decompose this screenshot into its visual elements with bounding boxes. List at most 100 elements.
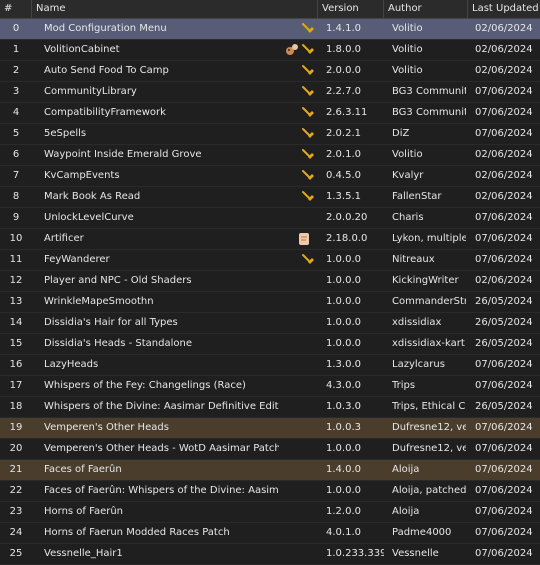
table-row[interactable]: 14 Dissidia's Hair for all Types 1.0.0.0 xd… [0,313,540,334]
mod-version: 1.0.0.0 [326,443,361,454]
mod-flags [276,187,316,207]
row-index: 15 [9,338,23,349]
mod-last-updated: 26/05/2024 [475,317,533,328]
mod-flags [276,40,316,60]
table-row[interactable]: 8 Mark Book As Read 1.3.5.1 FallenStar 02/06… [0,187,540,208]
mod-name: VolitionCabinet [44,44,120,55]
table-row[interactable]: 20 Vemperen's Other Heads - WotD Aasimar … [0,439,540,460]
row-index: 24 [9,527,23,538]
row-index: 12 [9,275,23,286]
table-row[interactable]: 9 UnlockLevelCurve 2.0.0.20 Charis 07/06/202… [0,208,540,229]
mod-name: Vessnelle_Hair1 [44,548,123,559]
mod-version: 2.0.1.0 [326,149,361,160]
table-row[interactable]: 16 LazyHeads 1.3.0.0 Lazylcarus 07/06/2024 [0,355,540,376]
mod-author: Kvalyr [392,170,424,181]
table-header: # Name Version Author Last Updated [0,0,540,19]
mod-author: xdissidiax-kart [392,338,465,349]
mod-version: 2.18.0.0 [326,233,368,244]
mod-name: Horns of Faerûn [44,506,124,517]
table-row[interactable]: 1 VolitionCabinet 1.8.0.0 Volitio 02/06/2024 [0,40,540,61]
mod-author: Volitio [392,149,423,160]
mod-last-updated: 26/05/2024 [475,338,533,349]
column-header-author[interactable]: Author [384,0,468,18]
table-row[interactable]: 21 Faces of Faerûn 1.4.0.0 Aloija 07/06/2024 [0,460,540,481]
table-row[interactable]: 25 Vessnelle_Hair1 1.0.233.3395 Vessnelle 07… [0,544,540,565]
mod-flags [276,418,316,438]
mod-name: Vemperen's Other Heads - WotD Aasimar Pa… [44,443,279,454]
mod-author: xdissidiax [392,317,442,328]
mod-version: 1.0.0.0 [326,275,361,286]
row-index: 7 [12,170,20,181]
table-row[interactable]: 4 CompatibilityFramework 2.6.3.11 BG3 Commu… [0,103,540,124]
mod-version: 1.3.0.0 [326,359,361,370]
mod-flags [276,523,316,543]
mod-name: Dissidia's Heads - Standalone [44,338,192,349]
mod-author: Aloija, patched b [392,485,466,496]
mod-last-updated: 07/06/2024 [475,128,533,139]
mod-name: Auto Send Food To Camp [44,65,169,76]
mod-version: 1.2.0.0 [326,506,361,517]
row-index: 14 [9,317,23,328]
table-row[interactable]: 11 FeyWanderer 1.0.0.0 Nitreaux 07/06/2024 [0,250,540,271]
table-row[interactable]: 3 CommunityLibrary 2.2.7.0 BG3 Community 07/… [0,82,540,103]
row-index: 8 [12,191,20,202]
mod-last-updated: 26/05/2024 [475,296,533,307]
mod-version: 2.2.7.0 [326,86,361,97]
mod-last-updated: 02/06/2024 [475,44,533,55]
mod-author: Trips [392,380,416,391]
mod-version: 1.3.5.1 [326,191,361,202]
table-row[interactable]: 23 Horns of Faerûn 1.2.0.0 Aloija 07/06/2024 [0,502,540,523]
table-row[interactable]: 22 Faces of Faerûn: Whispers of the Divin… [0,481,540,502]
mod-author: Lazylcarus [392,359,445,370]
mod-version: 2.0.0.20 [326,212,368,223]
row-index: 4 [12,107,20,118]
mod-flags [276,439,316,459]
mod-last-updated: 07/06/2024 [475,254,533,265]
table-row[interactable]: 13 WrinkleMapeSmoothn 1.0.0.0 CommanderStra… [0,292,540,313]
column-header-version[interactable]: Version [318,0,384,18]
mod-name: Faces of Faerûn: Whispers of the Divine:… [44,485,279,496]
row-index: 13 [9,296,23,307]
column-header-index[interactable]: # [0,0,32,18]
mod-author: Trips, Ethical Cru: [392,401,466,412]
mod-last-updated: 07/06/2024 [475,86,533,97]
scroll-icon [296,231,312,247]
table-row[interactable]: 15 Dissidia's Heads - Standalone 1.0.0.0 xd… [0,334,540,355]
mod-flags [276,103,316,123]
table-row[interactable]: 7 KvCampEvents 0.4.5.0 Kvalyr 02/06/2024 [0,166,540,187]
mod-author: Dufresne12, vem [392,443,466,454]
table-row[interactable]: 12 Player and NPC - Old Shaders 1.0.0.0 Kic… [0,271,540,292]
column-header-name[interactable]: Name [32,0,318,18]
mod-name: Faces of Faerûn [44,464,122,475]
row-index: 17 [9,380,23,391]
mod-author: Dufresne12, vem [392,422,466,433]
table-row[interactable]: 19 Vemperen's Other Heads 1.0.0.3 Dufresne1… [0,418,540,439]
table-row[interactable]: 24 Horns of Faerun Modded Races Patch 4.0.… [0,523,540,544]
mod-last-updated: 07/06/2024 [475,485,533,496]
table-row[interactable]: 2 Auto Send Food To Camp 2.0.0.0 Volitio 02/… [0,61,540,82]
mod-flags [276,313,316,333]
row-index: 21 [9,464,23,475]
mod-flags [276,250,316,270]
mod-last-updated: 07/06/2024 [475,527,533,538]
table-row[interactable]: 6 Waypoint Inside Emerald Grove 2.0.1.0 Vol… [0,145,540,166]
brush-icon [300,84,316,100]
table-row[interactable]: 10 Artificer 2.18.0.0 Lykon, multiple a 07/0… [0,229,540,250]
mod-last-updated: 02/06/2024 [475,191,533,202]
table-row[interactable]: 17 Whispers of the Fey: Changelings (Race… [0,376,540,397]
row-index: 16 [9,359,23,370]
brush-icon [300,42,316,58]
mod-author: Charis [392,212,424,223]
mod-flags [276,19,316,39]
mod-version: 2.0.0.0 [326,65,361,76]
row-index: 11 [9,254,23,265]
column-header-last-updated[interactable]: Last Updated [468,0,540,18]
table-row[interactable]: 5 5eSpells 2.0.2.1 DiZ 07/06/2024 [0,124,540,145]
mod-version: 1.0.0.0 [326,317,361,328]
mod-flags [276,397,316,417]
mod-name: Vemperen's Other Heads [44,422,169,433]
table-row[interactable]: 0 Mod Configuration Menu 1.4.1.0 Volitio 02/… [0,19,540,40]
table-row[interactable]: 18 Whispers of the Divine: Aasimar Defini… [0,397,540,418]
brush-icon [300,189,316,205]
row-index: 0 [12,23,20,34]
